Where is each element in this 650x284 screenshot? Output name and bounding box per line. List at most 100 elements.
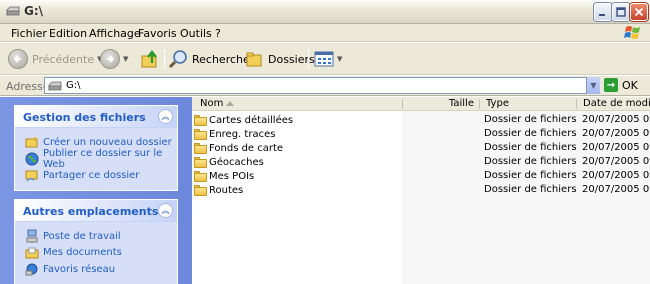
table-row[interactable]: Géocaches Dossier de fichiers 20/07/2005… xyxy=(192,155,650,169)
table-row[interactable]: Enreg. traces Dossier de fichiers 20/07/… xyxy=(192,127,650,141)
address-input[interactable]: G:\ xyxy=(44,77,600,94)
search-button[interactable]: Rechercher xyxy=(168,47,254,71)
back-arrow-icon xyxy=(8,49,28,69)
column-header: Nom Taille Type Date de modifica xyxy=(192,97,650,111)
file-date: 20/07/2005 09:0 xyxy=(582,170,650,181)
folders-button[interactable]: Dossiers xyxy=(246,47,315,71)
go-arrow-icon: → xyxy=(604,78,618,92)
other-places-panel: Autres emplacements ︽ Poste de travail M… xyxy=(14,199,178,284)
file-type: Dossier de fichiers xyxy=(484,128,577,139)
up-folder-button[interactable] xyxy=(140,47,160,71)
place-network[interactable]: Favoris réseau xyxy=(25,261,177,278)
drive-icon xyxy=(48,81,62,91)
place-my-computer[interactable]: Poste de travail xyxy=(25,228,177,245)
menu-outils[interactable]: Outils xyxy=(180,27,212,40)
address-value: G:\ xyxy=(66,80,81,91)
menu-affichage[interactable]: Affichage xyxy=(89,27,141,40)
file-tasks-title: Gestion des fichiers xyxy=(23,111,146,124)
address-dropdown-button[interactable]: ▼ xyxy=(586,77,600,94)
minimize-icon xyxy=(599,14,605,16)
toolbar: Précédente ▼ ▼ Rechercher Dossiers xyxy=(0,43,650,75)
other-places-title: Autres emplacements xyxy=(23,205,159,218)
folder-icon xyxy=(194,184,207,196)
forward-button[interactable]: ▼ xyxy=(100,47,128,71)
task-label: Publier ce dossier sur le Web xyxy=(43,147,163,170)
place-label: Favoris réseau xyxy=(43,263,116,275)
collapse-icon[interactable]: ︽ xyxy=(158,203,173,218)
search-label: Rechercher xyxy=(192,52,255,66)
file-list: Nom Taille Type Date de modifica Cartes … xyxy=(192,97,650,284)
task-publish-web[interactable]: Publier ce dossier sur le Web xyxy=(25,147,177,170)
file-name: Géocaches xyxy=(209,156,264,168)
globe-icon xyxy=(25,152,39,166)
title-bar[interactable]: G:\ xyxy=(0,0,650,24)
share-folder-icon xyxy=(25,168,39,182)
forward-dropdown-icon[interactable]: ▼ xyxy=(123,55,128,63)
task-label: Partager ce dossier xyxy=(43,169,140,181)
collapse-icon[interactable]: ︽ xyxy=(158,109,173,124)
place-my-documents[interactable]: Mes documents xyxy=(25,245,177,262)
menu-help[interactable]: ? xyxy=(215,27,221,40)
file-name: Mes POIs xyxy=(209,170,255,182)
file-rows: Cartes détaillées Dossier de fichiers 20… xyxy=(192,113,650,197)
toolbar-separator xyxy=(164,49,165,69)
file-date: 20/07/2005 09:0 xyxy=(582,184,650,195)
folder-icon xyxy=(194,128,207,140)
table-row[interactable]: Cartes détaillées Dossier de fichiers 20… xyxy=(192,113,650,127)
table-row[interactable]: Mes POIs Dossier de fichiers 20/07/2005 … xyxy=(192,169,650,183)
views-icon xyxy=(314,51,334,67)
go-button[interactable]: → OK xyxy=(604,78,638,92)
close-icon xyxy=(634,7,644,17)
up-folder-icon xyxy=(141,50,157,68)
column-size[interactable]: Taille xyxy=(403,97,478,111)
task-label: Créer un nouveau dossier xyxy=(43,136,172,148)
back-label: Précédente xyxy=(32,52,95,66)
file-type: Dossier de fichiers xyxy=(484,184,577,195)
column-date[interactable]: Date de modifica xyxy=(577,97,650,111)
file-date: 20/07/2005 09:0 xyxy=(582,142,650,153)
folder-icon xyxy=(194,114,207,126)
folder-icon xyxy=(194,170,207,182)
table-row[interactable]: Routes Dossier de fichiers 20/07/2005 09… xyxy=(192,183,650,197)
menu-bar: Fichier Edition Affichage Favoris Outils… xyxy=(0,24,650,42)
file-date: 20/07/2005 09:0 xyxy=(582,128,650,139)
close-button[interactable] xyxy=(630,3,648,21)
documents-folder-icon xyxy=(25,246,39,260)
file-name: Enreg. traces xyxy=(209,128,276,140)
drive-icon xyxy=(6,6,20,16)
windows-logo-icon xyxy=(624,26,640,39)
window-title: G:\ xyxy=(24,4,44,18)
folders-icon xyxy=(246,52,262,67)
place-label: Mes documents xyxy=(43,247,122,259)
maximize-icon xyxy=(616,7,626,17)
file-tasks-header[interactable]: Gestion des fichiers ︽ xyxy=(15,106,177,128)
minimize-button[interactable] xyxy=(594,3,612,21)
menu-favoris[interactable]: Favoris xyxy=(138,27,177,40)
file-tasks-panel: Gestion des fichiers ︽ Créer un nouveau … xyxy=(14,105,178,191)
menu-fichier[interactable]: Fichier xyxy=(11,27,47,40)
file-type: Dossier de fichiers xyxy=(484,156,577,167)
file-name: Cartes détaillées xyxy=(209,114,294,126)
menu-edition[interactable]: Edition xyxy=(49,27,87,40)
back-button[interactable]: Précédente ▼ xyxy=(8,47,103,71)
address-bar: Adresse G:\ ▼ → OK xyxy=(0,76,650,96)
file-type: Dossier de fichiers xyxy=(484,142,577,153)
chevron-down-icon: ▼ xyxy=(590,81,597,90)
column-type[interactable]: Type xyxy=(480,97,576,111)
file-date: 20/07/2005 09:0 xyxy=(582,156,650,167)
views-button[interactable]: ▼ xyxy=(314,47,342,71)
computer-icon xyxy=(25,229,39,243)
file-name: Routes xyxy=(209,184,244,196)
file-name: Fonds de carte xyxy=(209,142,284,154)
other-places-header[interactable]: Autres emplacements ︽ xyxy=(15,200,177,222)
maximize-button[interactable] xyxy=(612,3,630,21)
new-folder-icon xyxy=(25,135,39,149)
views-dropdown-icon[interactable]: ▼ xyxy=(337,55,342,63)
sort-ascending-icon xyxy=(226,101,234,106)
file-date: 20/07/2005 09:0 xyxy=(582,114,650,125)
file-type: Dossier de fichiers xyxy=(484,170,577,181)
file-type: Dossier de fichiers xyxy=(484,114,577,125)
forward-arrow-icon xyxy=(100,49,120,69)
table-row[interactable]: Fonds de carte Dossier de fichiers 20/07… xyxy=(192,141,650,155)
task-pane: Gestion des fichiers ︽ Créer un nouveau … xyxy=(0,97,192,284)
